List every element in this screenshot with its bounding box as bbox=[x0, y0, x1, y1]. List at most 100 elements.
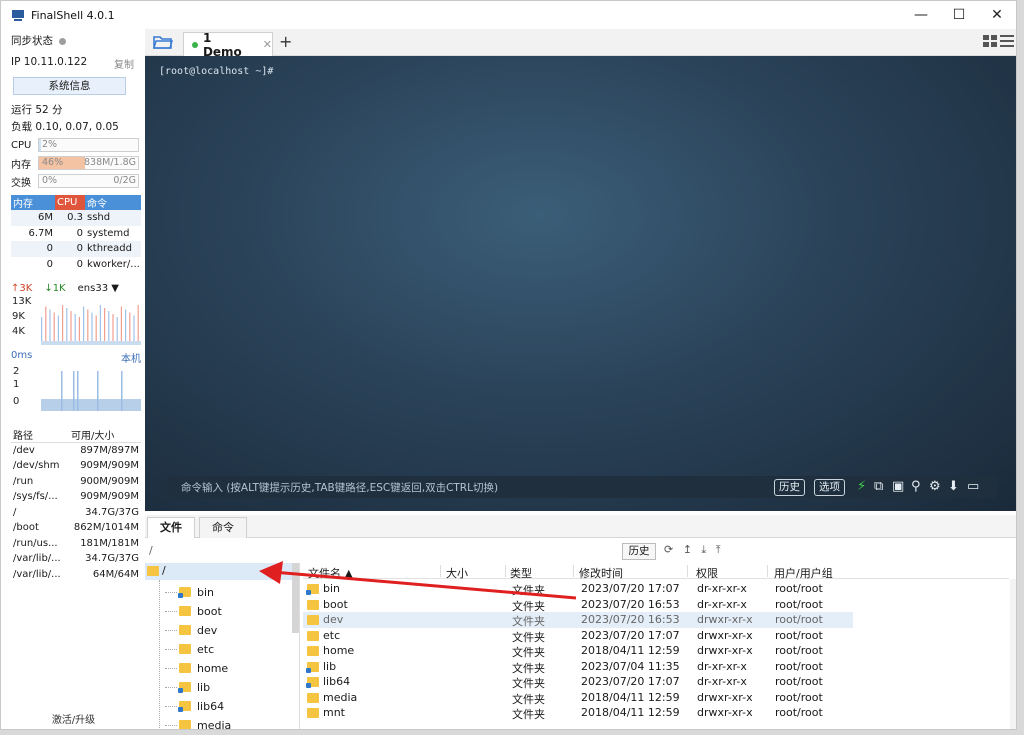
tree-item-lib[interactable]: lib bbox=[165, 678, 210, 696]
ping-host-select[interactable]: 本机 bbox=[121, 350, 141, 365]
path-action-icons[interactable]: ⟳ ↥ ⤓ ⤒ bbox=[664, 543, 724, 557]
net-tick-label: 9K bbox=[12, 311, 25, 322]
window-icon[interactable]: ▭ bbox=[967, 479, 979, 494]
current-path-input[interactable]: / bbox=[149, 544, 153, 557]
tab-close-icon[interactable]: ✕ bbox=[263, 38, 272, 51]
file-row[interactable]: media 文件夹 2018/04/11 12:59 drwxr-xr-x root/r… bbox=[303, 690, 853, 706]
file-row[interactable]: lib 文件夹 2023/07/04 11:35 dr-xr-xr-x root/roo… bbox=[303, 659, 853, 675]
system-info-button[interactable]: 系统信息 bbox=[13, 77, 126, 95]
tab-demo[interactable]: 1 Demo ✕ bbox=[183, 31, 273, 59]
file-row[interactable]: home 文件夹 2018/04/11 12:59 drwxr-xr-x root/ro… bbox=[303, 643, 853, 659]
proc-cpu: 0.3 bbox=[55, 210, 85, 226]
disk-row[interactable]: /var/lib/... 34.7G/37G bbox=[11, 551, 141, 567]
tree-item-home[interactable]: home bbox=[165, 659, 228, 677]
search-icon[interactable]: ⚲ bbox=[911, 479, 921, 494]
minimize-button[interactable]: — bbox=[902, 1, 940, 29]
tree-scrollbar[interactable] bbox=[292, 563, 299, 633]
file-row[interactable]: mnt 文件夹 2018/04/11 12:59 drwxr-xr-x root/roo… bbox=[303, 705, 853, 721]
cpu-label: CPU bbox=[11, 139, 32, 151]
proc-header-cmd[interactable]: 命令 bbox=[85, 195, 141, 210]
col-header-owner[interactable]: 用户/用户组 bbox=[774, 565, 833, 581]
upload-speed: ↑3K bbox=[11, 282, 33, 294]
process-row[interactable]: 0 0 kworker/... bbox=[11, 257, 141, 273]
folder-icon bbox=[307, 630, 319, 641]
directory-tree: / bin boot dev etc home lib lib64 media bbox=[145, 563, 300, 729]
file-row[interactable]: bin 文件夹 2023/07/20 17:07 dr-xr-xr-x root/roo… bbox=[303, 581, 853, 597]
disk-row[interactable]: /var/lib/... 64M/64M bbox=[11, 567, 141, 583]
tree-item-etc[interactable]: etc bbox=[165, 640, 214, 658]
file-list-scrollbar[interactable] bbox=[1010, 579, 1016, 729]
proc-header-cpu[interactable]: CPU bbox=[55, 195, 85, 210]
col-header-permission[interactable]: 权限 bbox=[696, 565, 718, 581]
file-permission: drwxr-xr-x bbox=[697, 706, 753, 719]
tree-root[interactable]: / bbox=[145, 563, 293, 580]
col-header-mtime[interactable]: 修改时间 bbox=[579, 565, 623, 581]
grid-layout-icon[interactable] bbox=[983, 35, 997, 47]
file-mtime: 2018/04/11 12:59 bbox=[581, 644, 680, 657]
disk-row[interactable]: /run 900M/909M bbox=[11, 474, 141, 490]
disk-row[interactable]: /dev/shm 909M/909M bbox=[11, 458, 141, 474]
col-header-size[interactable]: 大小 bbox=[446, 565, 468, 581]
copy-ip-link[interactable]: 复制 bbox=[114, 56, 134, 71]
tree-item-boot[interactable]: boot bbox=[165, 602, 222, 620]
proc-header-mem[interactable]: 内存 bbox=[11, 195, 55, 210]
lightning-icon[interactable]: ⚡ bbox=[857, 479, 866, 494]
network-interface-select[interactable]: ens33 ▼ bbox=[78, 283, 119, 294]
gear-icon[interactable]: ⚙ bbox=[929, 479, 941, 494]
network-traffic-bar bbox=[57, 315, 59, 345]
maximize-button[interactable]: ☐ bbox=[940, 1, 978, 29]
col-header-type[interactable]: 类型 bbox=[510, 565, 532, 581]
file-owner: root/root bbox=[775, 628, 823, 642]
path-history-button[interactable]: 历史 bbox=[622, 543, 656, 560]
file-owner: root/root bbox=[775, 659, 823, 673]
disk-path: /run/us... bbox=[13, 537, 58, 549]
file-permission: drwxr-xr-x bbox=[697, 644, 753, 657]
disk-row[interactable]: / 34.7G/37G bbox=[11, 505, 141, 521]
proc-cmd: kthreadd bbox=[85, 241, 141, 257]
command-options-button[interactable]: 选项 bbox=[814, 479, 845, 496]
process-row[interactable]: 6M 0.3 sshd bbox=[11, 210, 141, 226]
tree-item-bin[interactable]: bin bbox=[165, 583, 214, 601]
tree-item-media[interactable]: media bbox=[165, 716, 231, 729]
file-row[interactable]: boot 文件夹 2023/07/20 16:53 dr-xr-xr-x root/ro… bbox=[303, 597, 853, 613]
disk-row[interactable]: /sys/fs/... 909M/909M bbox=[11, 489, 141, 505]
tab-files[interactable]: 文件 bbox=[147, 517, 195, 538]
title-bar: FinalShell 4.0.1 — ☐ ✕ bbox=[1, 1, 1016, 29]
network-traffic-bar bbox=[133, 315, 135, 345]
proc-cmd: kworker/... bbox=[87, 258, 140, 270]
file-type: 文件夹 bbox=[512, 708, 545, 721]
process-row[interactable]: 6.7M 0 systemd bbox=[11, 226, 141, 242]
terminal-area[interactable]: [root@localhost ~]# 命令输入 (按ALT键提示历史,TAB键… bbox=[145, 56, 1016, 511]
disk-row[interactable]: /boot 862M/1014M bbox=[11, 520, 141, 536]
file-row[interactable]: lib64 文件夹 2023/07/20 17:07 dr-xr-xr-x root/r… bbox=[303, 674, 853, 690]
folder-open-icon[interactable] bbox=[153, 34, 173, 50]
disk-row[interactable]: /run/us... 181M/181M bbox=[11, 536, 141, 552]
file-row[interactable]: etc 文件夹 2023/07/20 17:07 drwxr-xr-x root/roo… bbox=[303, 628, 853, 644]
file-mtime: 2023/07/20 17:07 bbox=[581, 675, 680, 688]
tree-item-dev[interactable]: dev bbox=[165, 621, 217, 639]
disk-path: /dev/shm bbox=[13, 460, 60, 472]
disk-row[interactable]: /dev 897M/897M bbox=[11, 443, 141, 459]
tree-item-label: home bbox=[197, 661, 229, 675]
disk-path: / bbox=[13, 506, 17, 518]
file-row[interactable]: dev 文件夹 2023/07/20 16:53 drwxr-xr-x root/roo… bbox=[303, 612, 853, 628]
command-history-button[interactable]: 历史 bbox=[774, 479, 805, 496]
process-row[interactable]: 0 0 kthreadd bbox=[11, 241, 141, 257]
disk-path: /var/lib/... bbox=[13, 553, 61, 565]
folder-icon bbox=[307, 646, 319, 656]
tree-item-lib64[interactable]: lib64 bbox=[165, 697, 224, 715]
arrow-down-icon[interactable]: ⬇ bbox=[948, 479, 959, 494]
tab-commands[interactable]: 命令 bbox=[199, 517, 247, 538]
list-layout-icon[interactable] bbox=[1000, 35, 1014, 47]
paste-icon[interactable]: ▣ bbox=[892, 479, 904, 494]
folder-icon bbox=[178, 701, 191, 712]
network-traffic-bar bbox=[41, 317, 43, 345]
col-header-name[interactable]: 文件名 ▲ bbox=[308, 565, 353, 581]
activate-upgrade-link[interactable]: 激活/升级 bbox=[5, 711, 142, 726]
copy-icon[interactable]: ⧉ bbox=[874, 479, 883, 494]
ip-address: IP 10.11.0.122 bbox=[11, 56, 88, 68]
command-input-bar[interactable]: 命令输入 (按ALT键提示历史,TAB键路径,ESC键返回,双击CTRL切换) … bbox=[167, 476, 997, 498]
ping-spike bbox=[77, 371, 79, 411]
add-tab-button[interactable]: + bbox=[279, 32, 292, 51]
close-button[interactable]: ✕ bbox=[978, 1, 1016, 29]
